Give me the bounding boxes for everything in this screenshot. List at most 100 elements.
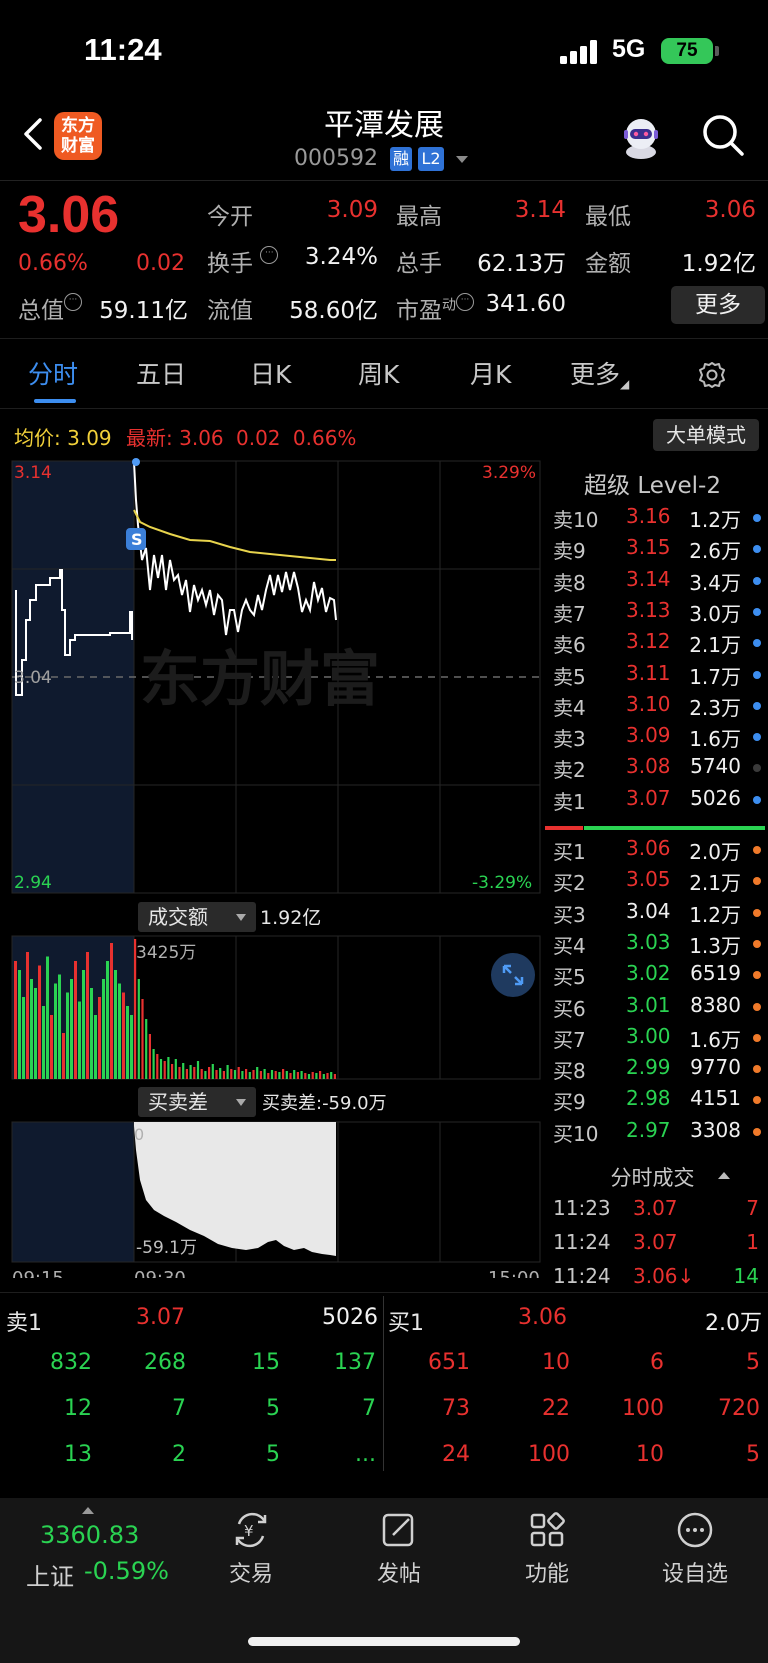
bid-volume: 1.6万 <box>689 1027 741 1052</box>
tab-weekly-k[interactable]: 周K <box>358 355 399 391</box>
tab-intraday[interactable]: 分时 <box>28 355 78 391</box>
bid-level-label: 买4 <box>553 933 586 958</box>
battery-nub <box>715 46 719 56</box>
ask-volume: 5026 <box>690 785 741 810</box>
nav-trade[interactable]: ¥ 交易 <box>196 1510 306 1588</box>
volume-bar <box>58 974 61 1079</box>
index-name[interactable]: 上证 <box>26 1557 74 1592</box>
intraday-chart[interactable]: 东方财富 S 3.14 3.29% 3.04 2.94 -3.29% 成交额 1… <box>0 458 545 1278</box>
info-dots-icon[interactable]: ··· <box>260 246 279 264</box>
ask-level-label: 卖8 <box>553 570 586 595</box>
ask-volume: 5740 <box>690 754 741 779</box>
sell-queue-order: 137 <box>334 1350 376 1375</box>
robot-assistant-icon[interactable] <box>616 112 666 162</box>
diff-label: 买卖差 <box>148 1090 208 1114</box>
pre-market-shade-diff <box>12 1122 134 1262</box>
low-label: 最低 <box>585 204 631 230</box>
ask-row[interactable]: 卖2 3.08 5740 <box>553 754 763 785</box>
bid-level-label: 买1 <box>553 840 586 864</box>
last-price: 3.06 <box>18 186 120 244</box>
latest-price: 3.06 <box>179 426 224 450</box>
order-dot-icon <box>753 1127 761 1136</box>
tab-monthly-k[interactable]: 月K <box>470 355 511 391</box>
index-change[interactable]: -0.59% <box>84 1557 169 1585</box>
volume-bar <box>70 979 73 1079</box>
more-button[interactable]: 更多 <box>671 286 765 324</box>
ask-row[interactable]: 卖7 3.13 3.0万 <box>553 598 763 629</box>
ask-volume: 1.2万 <box>689 508 741 532</box>
ask-row[interactable]: 卖4 3.10 2.3万 <box>553 692 763 723</box>
bid-row[interactable]: 买3 3.04 1.2万 <box>553 899 763 930</box>
volume-bar <box>300 1071 303 1079</box>
ask-row[interactable]: 卖5 3.11 1.7万 <box>553 661 763 692</box>
nav-watchlist[interactable]: 设自选 <box>640 1510 750 1588</box>
ask-row[interactable]: 卖3 3.09 1.6万 <box>553 723 763 754</box>
volume-bar <box>90 988 93 1079</box>
chevron-down-icon[interactable] <box>456 156 468 163</box>
buy-queue-order: 73 <box>442 1396 470 1421</box>
volume-bar <box>285 1071 288 1079</box>
open-label: 今开 <box>207 204 253 230</box>
volume-bar <box>208 1067 211 1079</box>
gear-icon[interactable] <box>697 360 727 390</box>
chevron-up-icon[interactable] <box>82 1507 94 1514</box>
turnover-label: 换手 ··· <box>207 244 279 278</box>
tab-five-day[interactable]: 五日 <box>136 355 186 391</box>
tab-more[interactable]: 更多◢ <box>570 355 629 391</box>
buy-queue-order: 651 <box>428 1350 470 1375</box>
sell-queue-order: 5 <box>266 1396 280 1421</box>
nav-functions[interactable]: 功能 <box>492 1510 602 1588</box>
ask-price: 3.12 <box>626 629 671 654</box>
info-dots-icon[interactable]: ··· <box>64 293 82 311</box>
info-dots-icon[interactable]: ··· <box>456 293 474 311</box>
home-indicator[interactable] <box>248 1637 520 1646</box>
ask-level-label: 卖5 <box>553 664 586 689</box>
search-icon[interactable] <box>700 112 746 158</box>
volume-bar <box>74 961 77 1079</box>
diff-top-label: 0 <box>134 1125 144 1144</box>
bid-row[interactable]: 买7 3.00 1.6万 <box>553 1024 763 1055</box>
nav-post-label: 发帖 <box>376 1562 421 1587</box>
bid-row[interactable]: 买9 2.98 4151 <box>553 1086 763 1117</box>
volume-bar <box>122 992 125 1079</box>
bid-volume: 1.2万 <box>689 902 741 927</box>
volume-bar <box>200 1069 203 1079</box>
bid-price: 3.02 <box>626 961 671 986</box>
chevron-up-icon[interactable] <box>718 1172 730 1179</box>
chart-info-line: 均价: 3.09 最新: 3.06 0.02 0.66% <box>14 422 356 451</box>
ask-row[interactable]: 卖6 3.12 2.1万 <box>553 629 763 660</box>
stock-code[interactable]: 000592 <box>294 146 378 171</box>
bid-row[interactable]: 买2 3.05 2.1万 <box>553 867 763 898</box>
bid-row[interactable]: 买6 3.01 8380 <box>553 993 763 1024</box>
ask-level-label: 卖9 <box>553 539 586 564</box>
nav-post[interactable]: 发帖 <box>344 1510 454 1588</box>
ask-row[interactable]: 卖1 3.07 5026 <box>553 786 763 817</box>
bid-level-label: 买5 <box>553 965 586 990</box>
volume-bar <box>241 1071 244 1079</box>
volume-bar <box>215 1070 218 1079</box>
latest-label: 最新: <box>126 426 173 450</box>
bid-row[interactable]: 买4 3.03 1.3万 <box>553 930 763 961</box>
bid-row[interactable]: 买8 2.99 9770 <box>553 1055 763 1086</box>
tab-more-label: 更多 <box>570 360 621 389</box>
ask-price: 3.09 <box>626 723 671 748</box>
header-divider <box>0 180 768 181</box>
bid-row[interactable]: 买5 3.02 6519 <box>553 961 763 992</box>
volume-bar <box>82 970 85 1079</box>
tab-daily-k[interactable]: 日K <box>250 355 291 391</box>
bid-volume: 1.3万 <box>689 933 741 958</box>
buy-queue-volume: 2.0万 <box>705 1311 762 1336</box>
ask-bid-ratio-red <box>545 826 583 830</box>
ask-row[interactable]: 卖8 3.14 3.4万 <box>553 567 763 598</box>
volume-bar <box>78 1001 81 1079</box>
sell-queue-order: 5 <box>266 1442 280 1467</box>
ask-row[interactable]: 卖9 3.15 2.6万 <box>553 535 763 566</box>
index-value[interactable]: 3360.83 <box>40 1521 139 1549</box>
bid-row[interactable]: 买10 2.97 3308 <box>553 1118 763 1149</box>
big-order-mode-button[interactable]: 大单模式 <box>653 419 759 451</box>
avg-label: 均价: <box>14 426 61 450</box>
ask-price: 3.16 <box>626 504 671 528</box>
bid-row[interactable]: 买1 3.06 2.0万 <box>553 836 763 867</box>
order-dot-icon <box>753 514 761 522</box>
ask-row[interactable]: 卖10 3.16 1.2万 <box>553 504 763 535</box>
